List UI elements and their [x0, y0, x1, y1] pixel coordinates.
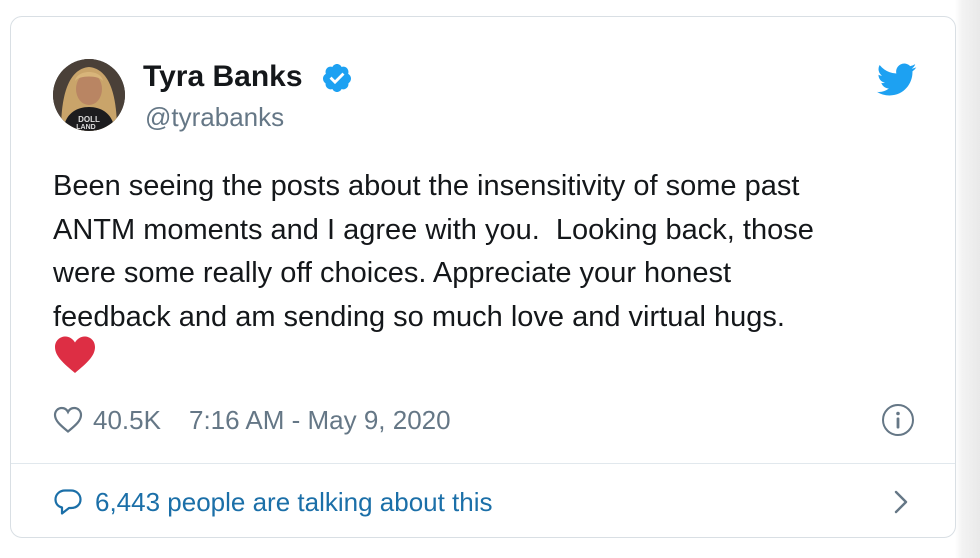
tweet-text-line: feedback and am sending so much love and… — [53, 300, 785, 333]
tweet-card[interactable]: DOLL LAND Tyra Banks @tyrabanks Been see… — [10, 16, 956, 538]
display-name[interactable]: Tyra Banks — [143, 59, 303, 95]
svg-text:LAND: LAND — [76, 124, 95, 131]
verified-badge-icon — [322, 64, 351, 92]
user-handle[interactable]: @tyrabanks — [145, 101, 284, 133]
talking-text[interactable]: 6,443 people are talking about this — [95, 485, 493, 519]
svg-text:DOLL: DOLL — [78, 115, 100, 124]
heart-emoji — [55, 336, 95, 373]
tweet-text-line: ANTM moments and I agree with you. Looki… — [53, 213, 814, 246]
info-icon[interactable] — [881, 403, 915, 437]
tweet-timestamp[interactable]: 7:16 AM - May 9, 2020 — [189, 403, 451, 437]
tweet-text: Been seeing the posts about the insensit… — [53, 165, 933, 339]
avatar[interactable]: DOLL LAND — [53, 59, 125, 131]
divider — [11, 463, 955, 464]
tweet-text-line: were some really off choices. Appreciate… — [53, 257, 732, 289]
like-icon[interactable] — [53, 406, 83, 434]
like-count[interactable]: 40.5K — [93, 403, 161, 437]
twitter-bird-icon[interactable] — [877, 63, 917, 97]
tweet-text-line: Been seeing the posts about the insensit… — [53, 170, 800, 202]
speech-bubble-icon — [54, 489, 82, 515]
chevron-right-icon[interactable] — [891, 489, 911, 515]
tweet-meta-row: 40.5K 7:16 AM - May 9, 2020 — [53, 403, 923, 437]
talking-link[interactable]: 6,443 people are talking about this — [53, 485, 923, 519]
page: DOLL LAND Tyra Banks @tyrabanks Been see… — [0, 0, 980, 558]
